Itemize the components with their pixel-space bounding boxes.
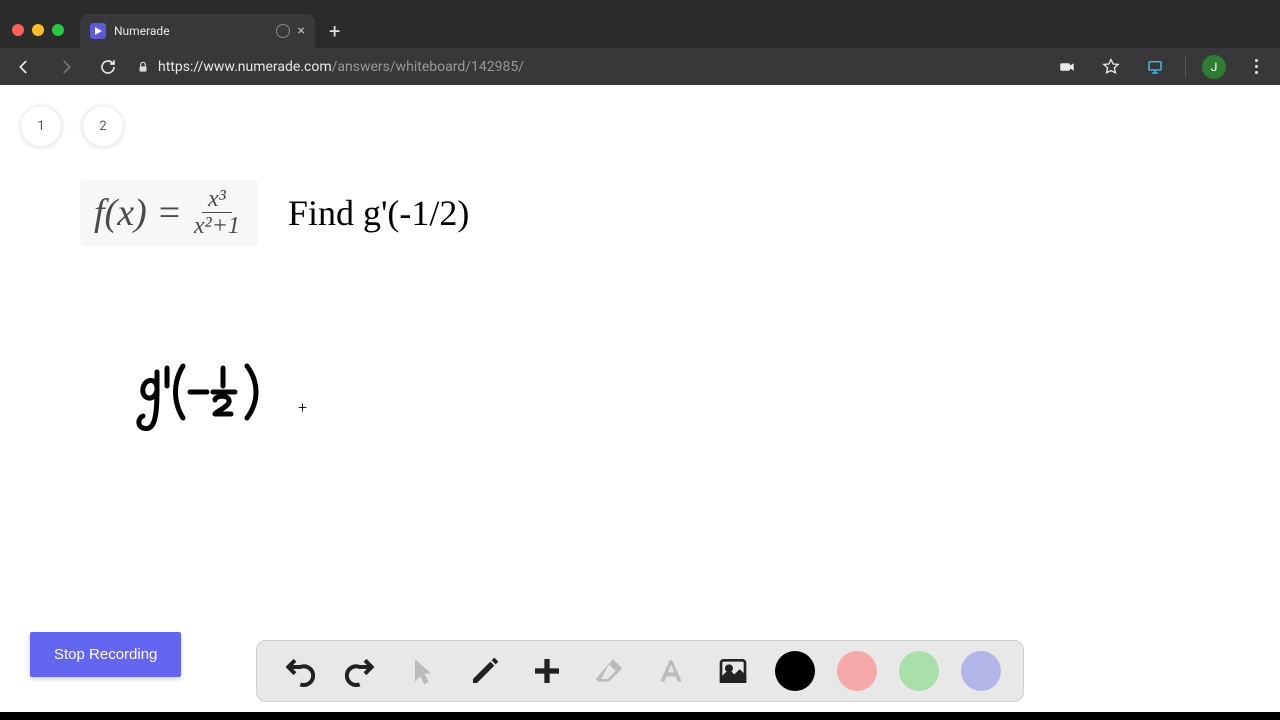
- whiteboard-content: 1 2 f(x) = x³ x²+1 Find g'(-1/2): [0, 85, 1280, 712]
- equation-lhs: f(x) =: [94, 191, 182, 235]
- text-tool[interactable]: [651, 651, 691, 691]
- window-controls: [12, 24, 64, 36]
- handwritten-work[interactable]: [135, 360, 285, 454]
- color-black[interactable]: [775, 651, 815, 691]
- divider: [1185, 56, 1186, 78]
- url-text: https://www.numerade.com/answers/whitebo…: [158, 59, 524, 75]
- browser-tab[interactable]: Numerade ×: [80, 14, 315, 48]
- screen-icon[interactable]: [1141, 53, 1169, 81]
- navigation-bar: https://www.numerade.com/answers/whitebo…: [0, 48, 1280, 85]
- numerator: x³: [202, 186, 232, 213]
- denominator: x²+1: [190, 213, 244, 239]
- new-tab-button[interactable]: +: [329, 19, 340, 43]
- eraser-tool[interactable]: [589, 651, 629, 691]
- camera-icon[interactable]: [1053, 53, 1081, 81]
- kebab-icon: [1255, 59, 1258, 74]
- page-tab-1[interactable]: 1: [20, 105, 62, 147]
- reload-button[interactable]: [94, 53, 122, 81]
- function-definition[interactable]: f(x) = x³ x²+1: [80, 180, 258, 246]
- redo-button[interactable]: [341, 651, 381, 691]
- whiteboard-toolbar: [256, 640, 1024, 702]
- browser-chrome: Numerade × + https://www.numerade.com/an…: [0, 0, 1280, 85]
- close-tab-icon[interactable]: ×: [298, 23, 305, 39]
- drawing-cursor-icon: +: [298, 398, 307, 417]
- stop-recording-button[interactable]: Stop Recording: [30, 632, 181, 677]
- tab-title: Numerade: [114, 24, 268, 38]
- color-green[interactable]: [899, 651, 939, 691]
- bookmark-star-icon[interactable]: [1097, 53, 1125, 81]
- math-area: f(x) = x³ x²+1 Find g'(-1/2): [80, 180, 469, 246]
- bottom-edge: [0, 712, 1280, 720]
- add-tool[interactable]: [527, 651, 567, 691]
- page-tab-2[interactable]: 2: [82, 105, 124, 147]
- close-window-button[interactable]: [12, 24, 24, 36]
- page-tabs: 1 2: [20, 105, 124, 147]
- favicon-icon: [90, 23, 106, 39]
- color-blue[interactable]: [961, 651, 1001, 691]
- pencil-tool[interactable]: [465, 651, 505, 691]
- avatar[interactable]: J: [1202, 55, 1226, 79]
- undo-button[interactable]: [279, 651, 319, 691]
- browser-right-icons: J: [1053, 53, 1270, 81]
- maximize-window-button[interactable]: [52, 24, 64, 36]
- problem-prompt[interactable]: Find g'(-1/2): [288, 192, 469, 234]
- pointer-tool[interactable]: [403, 651, 443, 691]
- minimize-window-button[interactable]: [32, 24, 44, 36]
- lock-icon: [136, 60, 150, 74]
- tab-bar: Numerade × +: [80, 14, 340, 48]
- menu-button[interactable]: [1242, 53, 1270, 81]
- address-bar[interactable]: https://www.numerade.com/answers/whitebo…: [136, 59, 1039, 75]
- equation-line: f(x) = x³ x²+1 Find g'(-1/2): [80, 180, 469, 246]
- fraction: x³ x²+1: [190, 186, 244, 240]
- tab-audio-icon[interactable]: [276, 24, 290, 38]
- color-red[interactable]: [837, 651, 877, 691]
- back-button[interactable]: [10, 53, 38, 81]
- forward-button[interactable]: [52, 53, 80, 81]
- image-tool[interactable]: [713, 651, 753, 691]
